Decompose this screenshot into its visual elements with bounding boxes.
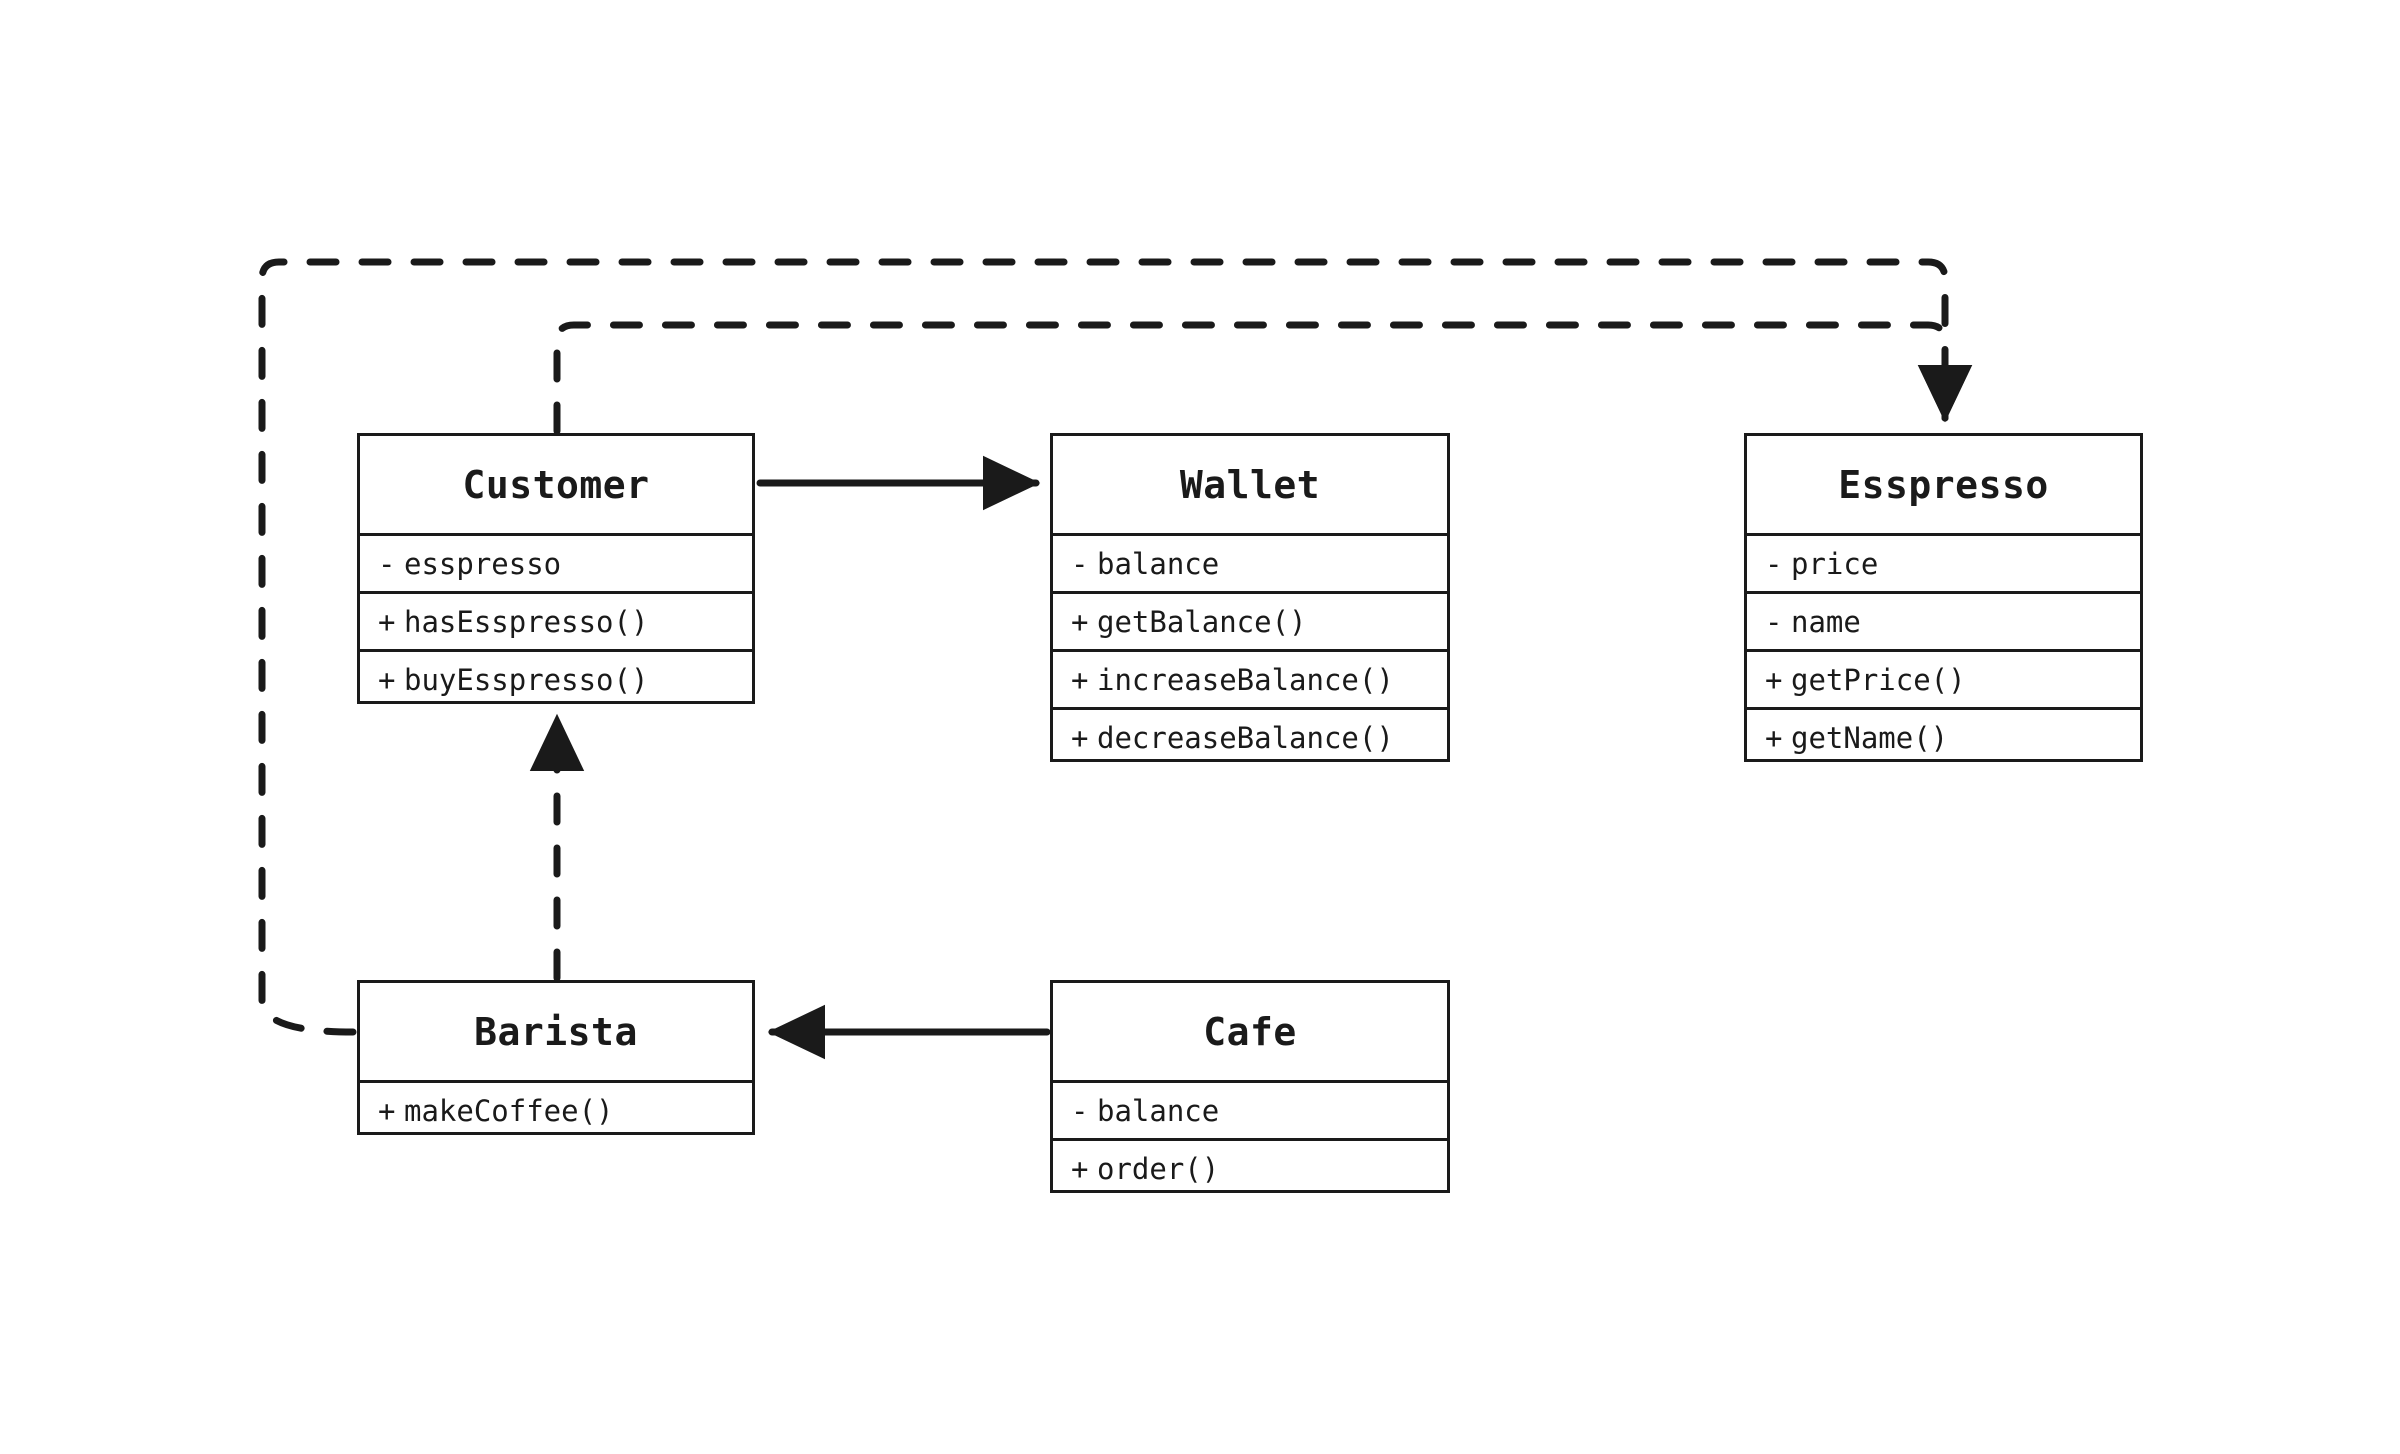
class-member-row: + getName() (1747, 707, 2140, 765)
class-member-row: + increaseBalance() (1053, 649, 1447, 707)
member-visibility: + (1071, 662, 1089, 697)
member-name: getName() (1791, 720, 1949, 755)
member-visibility: + (1071, 604, 1089, 639)
class-member-row: - balance (1053, 533, 1447, 591)
class-member-row: - balance (1053, 1080, 1447, 1138)
uml-diagram-canvas: Customer - esspresso + hasEsspresso() + buyEss… (0, 0, 2400, 1454)
class-box-customer[interactable]: Customer - esspresso + hasEsspresso() + buyEss… (357, 433, 755, 704)
class-box-wallet[interactable]: Wallet - balance + getBalance() + increaseBala… (1050, 433, 1450, 762)
member-name: name (1791, 604, 1861, 639)
class-name-customer: Customer (462, 462, 650, 507)
class-member-row: + buyEsspresso() (360, 649, 752, 707)
class-box-barista[interactable]: Barista + makeCoffee() (357, 980, 755, 1135)
member-visibility: + (1765, 720, 1783, 755)
class-member-row: - name (1747, 591, 2140, 649)
member-visibility: + (378, 604, 396, 639)
class-member-row: + makeCoffee() (360, 1080, 752, 1138)
class-name-cafe: Cafe (1203, 1009, 1297, 1054)
member-name: getPrice() (1791, 662, 1966, 697)
class-name-wallet: Wallet (1179, 462, 1321, 507)
class-name-barista: Barista (474, 1009, 638, 1054)
member-name: decreaseBalance() (1097, 720, 1394, 755)
class-member-row: + getBalance() (1053, 591, 1447, 649)
member-visibility: - (378, 546, 396, 581)
member-name: increaseBalance() (1097, 662, 1394, 697)
class-box-esspresso[interactable]: Esspresso - price - name + getPrice() + getName(… (1744, 433, 2143, 762)
member-name: price (1791, 546, 1879, 581)
member-visibility: - (1071, 1093, 1089, 1128)
member-visibility: - (1071, 546, 1089, 581)
member-visibility: + (1765, 662, 1783, 697)
class-member-row: + order() (1053, 1138, 1447, 1196)
class-member-row: + decreaseBalance() (1053, 707, 1447, 765)
member-name: buyEsspresso() (404, 662, 649, 697)
member-visibility: + (1071, 1151, 1089, 1186)
member-name: order() (1097, 1151, 1220, 1186)
class-box-cafe[interactable]: Cafe - balance + order() (1050, 980, 1450, 1193)
class-member-row: + hasEsspresso() (360, 591, 752, 649)
member-name: hasEsspresso() (404, 604, 649, 639)
member-visibility: + (1071, 720, 1089, 755)
member-name: balance (1097, 546, 1220, 581)
class-member-row: - esspresso (360, 533, 752, 591)
member-visibility: - (1765, 604, 1783, 639)
member-visibility: + (378, 662, 396, 697)
class-name-esspresso: Esspresso (1838, 462, 2049, 507)
relationship-customer-to-esspresso (553, 321, 1973, 435)
member-visibility: - (1765, 546, 1783, 581)
member-name: makeCoffee() (404, 1093, 614, 1128)
class-member-row: - price (1747, 533, 2140, 591)
member-name: getBalance() (1097, 604, 1307, 639)
member-visibility: + (378, 1093, 396, 1128)
member-name: balance (1097, 1093, 1220, 1128)
class-member-row: + getPrice() (1747, 649, 2140, 707)
member-name: esspresso (404, 546, 562, 581)
